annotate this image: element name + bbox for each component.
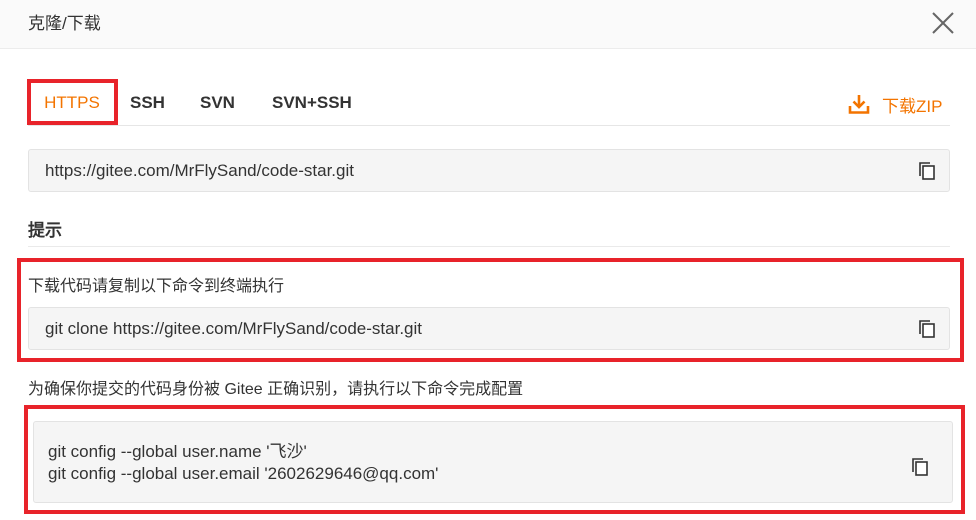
copy-icon	[912, 458, 928, 476]
clone-instruction: 下载代码请复制以下命令到终端执行	[28, 278, 285, 295]
dialog-title: 克隆/下载	[28, 14, 101, 33]
close-icon	[932, 12, 954, 34]
download-icon	[848, 95, 870, 114]
protocol-tabs: HTTPS SSH SVN SVN+SSH	[28, 80, 950, 126]
config-command-line-2: git config --global user.email '26026296…	[48, 464, 439, 483]
close-button[interactable]	[928, 8, 958, 38]
copy-clone-command-button[interactable]	[917, 318, 937, 340]
divider	[28, 246, 950, 247]
config-command-line-1: git config --global user.name '飞沙'	[48, 442, 307, 461]
copy-icon	[919, 162, 935, 180]
config-command-box[interactable]: git config --global user.name '飞沙' git c…	[33, 421, 953, 503]
copy-icon	[919, 320, 935, 338]
clone-command-box[interactable]: git clone https://gitee.com/MrFlySand/co…	[28, 307, 950, 350]
tab-https[interactable]: HTTPS	[28, 80, 116, 122]
tab-ssh[interactable]: SSH	[130, 80, 165, 122]
config-instruction: 为确保你提交的代码身份被 Gitee 正确识别，请执行以下命令完成配置	[28, 381, 524, 398]
download-zip-button[interactable]: 下载ZIP	[848, 92, 942, 116]
clone-url-field[interactable]: https://gitee.com/MrFlySand/code-star.gi…	[28, 149, 950, 192]
tab-svn-ssh[interactable]: SVN+SSH	[272, 80, 352, 122]
clone-url-text: https://gitee.com/MrFlySand/code-star.gi…	[45, 161, 354, 180]
dialog-header: 克隆/下载	[0, 0, 976, 49]
hint-heading: 提示	[28, 221, 62, 240]
copy-url-button[interactable]	[917, 160, 937, 182]
tab-svn[interactable]: SVN	[200, 80, 235, 122]
download-zip-label: 下载ZIP	[882, 96, 943, 116]
clone-command-text: git clone https://gitee.com/MrFlySand/co…	[45, 319, 423, 338]
copy-config-command-button[interactable]	[910, 456, 930, 478]
